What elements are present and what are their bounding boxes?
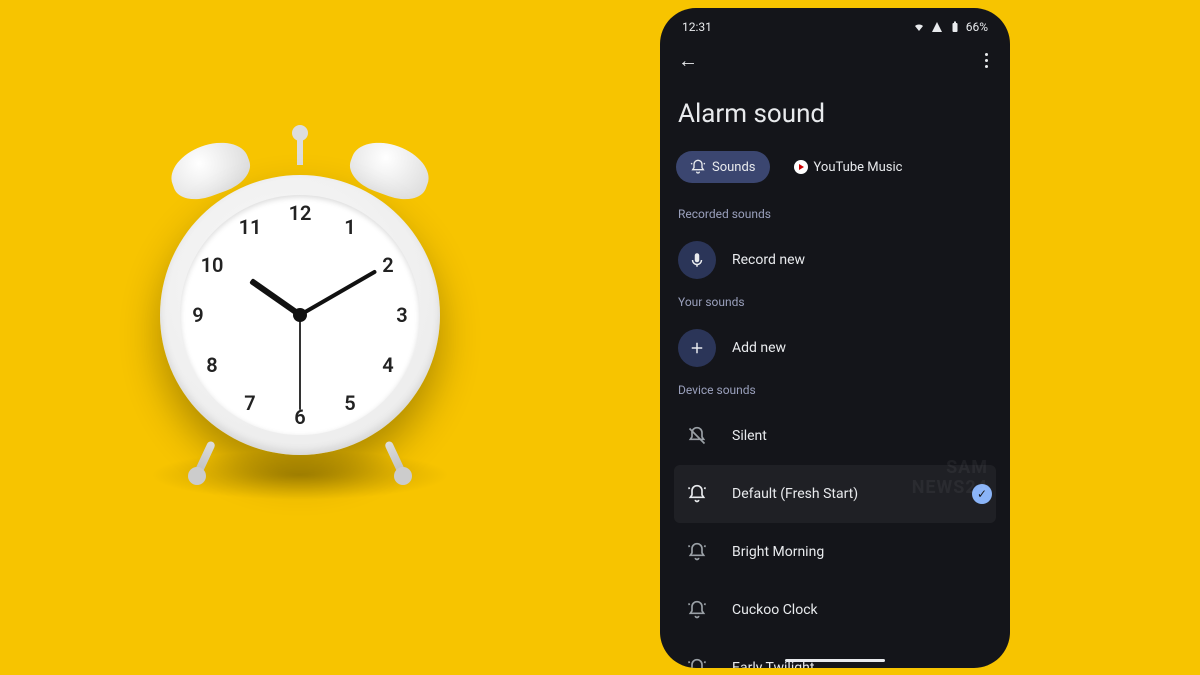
status-bar: 12:31 66% (674, 16, 996, 36)
sound-label: Cuckoo Clock (732, 602, 992, 618)
bell-icon (690, 159, 706, 175)
signal-icon (930, 21, 944, 33)
clock-number: 11 (235, 215, 265, 239)
alarm-clock-image: 12 1 2 3 4 5 6 7 8 9 10 11 (160, 175, 440, 455)
tab-label: Sounds (712, 160, 756, 175)
watermark: SAMNEWS24 (912, 458, 988, 498)
section-header-device: Device sounds (674, 377, 996, 407)
clock-number: 4 (373, 353, 403, 377)
clock-number: 2 (373, 253, 403, 277)
tab-label: YouTube Music (814, 160, 903, 175)
status-time: 12:31 (682, 20, 712, 34)
sound-item-silent[interactable]: Silent (674, 407, 996, 465)
clock-number: 5 (335, 391, 365, 415)
more-options-button[interactable] (981, 49, 992, 72)
tab-sounds[interactable]: Sounds (676, 151, 770, 183)
clock-number: 9 (183, 303, 213, 327)
clock-number: 1 (335, 215, 365, 239)
sound-item-bright-morning[interactable]: Bright Morning (674, 523, 996, 581)
microphone-icon (678, 241, 716, 279)
sound-label: Bright Morning (732, 544, 992, 560)
section-header-recorded: Recorded sounds (674, 201, 996, 231)
page-title: Alarm sound (674, 81, 996, 151)
clock-number: 3 (387, 303, 417, 327)
alarm-bell-icon (678, 649, 716, 668)
sound-label: Record new (732, 252, 992, 268)
navigation-handle[interactable] (785, 659, 885, 662)
sound-label: Silent (732, 428, 992, 444)
battery-icon (948, 21, 962, 33)
clock-number: 10 (197, 253, 227, 277)
clock-number: 7 (235, 391, 265, 415)
alarm-bell-icon (678, 591, 716, 629)
section-header-your: Your sounds (674, 289, 996, 319)
sound-item-cuckoo-clock[interactable]: Cuckoo Clock (674, 581, 996, 639)
bell-off-icon (678, 417, 716, 455)
wifi-icon (912, 21, 926, 33)
youtube-music-icon (794, 160, 808, 174)
sound-item-early-twilight[interactable]: Early Twilight (674, 639, 996, 668)
clock-number: 8 (197, 353, 227, 377)
phone-frame: 12:31 66% ← Alarm sound Sounds YouTube M… (660, 8, 1010, 668)
back-button[interactable]: ← (678, 48, 698, 73)
sound-label: Add new (732, 340, 992, 356)
add-new-item[interactable]: Add new (674, 319, 996, 377)
record-new-item[interactable]: Record new (674, 231, 996, 289)
clock-number: 12 (285, 201, 315, 225)
alarm-bell-icon (678, 533, 716, 571)
tab-youtube-music[interactable]: YouTube Music (780, 151, 917, 183)
alarm-bell-icon (678, 475, 716, 513)
status-battery: 66% (966, 20, 988, 34)
plus-icon (678, 329, 716, 367)
